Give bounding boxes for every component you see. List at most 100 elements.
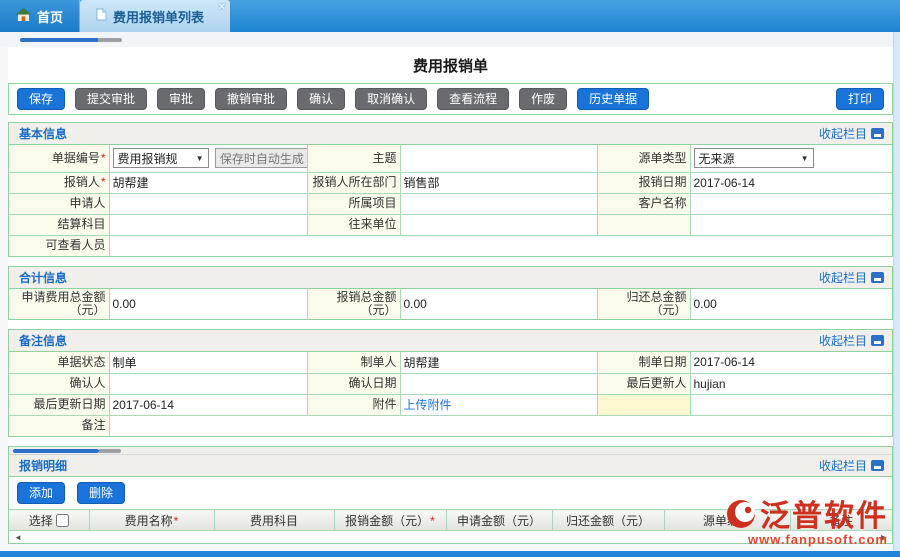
empty-field — [690, 214, 892, 235]
detail-section-title: 报销明细 — [19, 457, 67, 474]
scrollbar-thumb[interactable] — [13, 449, 99, 453]
view-flow-button[interactable]: 查看流程 — [437, 88, 509, 110]
dept-field[interactable]: 销售部 — [400, 172, 597, 193]
note-field[interactable] — [109, 415, 892, 436]
highlighted-empty-label — [597, 394, 690, 415]
reimburse-total-field: 0.00 — [400, 289, 597, 319]
counterparty-label: 往来单位 — [307, 214, 400, 235]
delete-row-button[interactable]: 删除 — [77, 482, 125, 504]
last-updater-value: hujian — [690, 373, 892, 394]
viewers-field[interactable] — [109, 235, 892, 256]
applied-total-label: 申请费用总金额（元） — [9, 289, 109, 319]
note-label: 备注 — [9, 415, 109, 436]
date-field[interactable]: 2017-06-14 — [690, 172, 892, 193]
doc-no-rule-select[interactable]: 费用报销规▼ — [113, 148, 209, 168]
upload-attachment-link[interactable]: 上传附件 — [404, 398, 452, 412]
settle-label: 结算科目 — [9, 214, 109, 235]
collapse-icon — [871, 128, 884, 139]
project-field[interactable] — [400, 193, 597, 214]
collapse-label: 收起栏目 — [819, 332, 867, 349]
section-detail: 报销明细 收起栏目 添加 删除 选择 费用名称* 费用科目 报销金额（元）* 申… — [8, 446, 893, 544]
doc-no-input[interactable] — [215, 148, 307, 168]
attachment-label: 附件 — [307, 394, 400, 415]
dropdown-arrow-icon: ▼ — [801, 154, 809, 163]
tab-home[interactable]: 首页 — [0, 0, 80, 32]
scrollbar-thumb[interactable] — [20, 38, 98, 42]
last-updater-label: 最后更新人 — [597, 373, 690, 394]
scroll-left-icon[interactable]: ◄ — [14, 533, 22, 542]
column-source-doc-no: 源单编号 — [664, 510, 790, 531]
total-collapse-toggle[interactable]: 收起栏目 — [819, 269, 884, 286]
collapse-label: 收起栏目 — [819, 457, 867, 474]
subject-label: 主题 — [307, 145, 400, 172]
reimburse-total-label: 报销总金额（元） — [307, 289, 400, 319]
cancel-confirm-button[interactable]: 取消确认 — [355, 88, 427, 110]
applied-total-field: 0.00 — [109, 289, 307, 319]
settle-field[interactable] — [109, 214, 307, 235]
print-button[interactable]: 打印 — [836, 88, 884, 110]
section-basic-info: 基本信息 收起栏目 单据编号* 费用报销规▼ 主题 源单类型 无来源▼ — [8, 122, 893, 257]
collapse-icon — [871, 272, 884, 283]
customer-field[interactable] — [690, 193, 892, 214]
total-section-title: 合计信息 — [19, 269, 67, 286]
scrollbar-track-end — [98, 38, 122, 42]
detail-collapse-toggle[interactable]: 收起栏目 — [819, 457, 884, 474]
dept-label: 报销人所在部门 — [307, 172, 400, 193]
vertical-scrollbar[interactable] — [893, 32, 900, 551]
approve-button[interactable]: 审批 — [157, 88, 205, 110]
scroll-right-icon[interactable]: ▶ — [881, 533, 887, 542]
maker-label: 制单人 — [307, 352, 400, 373]
section-total-info: 合计信息 收起栏目 申请费用总金额（元） 0.00 报销总金额（元） 0.00 … — [8, 266, 893, 320]
return-total-label: 归还总金额（元） — [597, 289, 690, 319]
column-expense-subject: 费用科目 — [214, 510, 334, 531]
home-icon — [16, 8, 31, 24]
confirm-button[interactable]: 确认 — [297, 88, 345, 110]
revoke-approval-button[interactable]: 撤销审批 — [215, 88, 287, 110]
tab-home-label: 首页 — [37, 7, 63, 26]
sub-tab-strip — [0, 32, 900, 47]
void-button[interactable]: 作废 — [519, 88, 567, 110]
confirm-date-label: 确认日期 — [307, 373, 400, 394]
tab-expense-list[interactable]: 费用报销单列表 × — [80, 0, 230, 32]
person-label: 报销人* — [9, 172, 109, 193]
close-icon[interactable]: × — [219, 1, 225, 13]
history-button[interactable]: 历史单据 — [577, 88, 649, 110]
remark-collapse-toggle[interactable]: 收起栏目 — [819, 332, 884, 349]
form-content: 费用报销单 保存 提交审批 审批 撤销审批 确认 取消确认 查看流程 作废 历史… — [8, 47, 893, 544]
confirmer-value — [109, 373, 307, 394]
remark-section-title: 备注信息 — [19, 332, 67, 349]
maker-value: 胡帮建 — [400, 352, 597, 373]
basic-collapse-toggle[interactable]: 收起栏目 — [819, 125, 884, 142]
document-icon — [96, 8, 107, 24]
applicant-label: 申请人 — [9, 193, 109, 214]
project-label: 所属项目 — [307, 193, 400, 214]
grid-scrollbar[interactable]: ◄ ▶ — [9, 531, 892, 543]
select-all-checkbox[interactable] — [56, 514, 69, 527]
person-field[interactable]: 胡帮建 — [109, 172, 307, 193]
toolbar: 保存 提交审批 审批 撤销审批 确认 取消确认 查看流程 作废 历史单据 打印 — [8, 83, 893, 115]
scrollbar-track-end — [99, 449, 121, 453]
collapse-icon — [871, 335, 884, 346]
column-apply-amount: 申请金额（元） — [446, 510, 552, 531]
save-button[interactable]: 保存 — [17, 88, 65, 110]
submit-approval-button[interactable]: 提交审批 — [75, 88, 147, 110]
counterparty-field[interactable] — [400, 214, 597, 235]
confirmer-label: 确认人 — [9, 373, 109, 394]
add-row-button[interactable]: 添加 — [17, 482, 65, 504]
return-total-field: 0.00 — [690, 289, 892, 319]
collapse-icon — [871, 460, 884, 471]
customer-label: 客户名称 — [597, 193, 690, 214]
confirm-date-value — [400, 373, 597, 394]
collapse-label: 收起栏目 — [819, 269, 867, 286]
last-update-date-value: 2017-06-14 — [109, 394, 307, 415]
column-reimburse-amount: 报销金额（元）* — [334, 510, 446, 531]
applicant-field[interactable] — [109, 193, 307, 214]
page-title: 费用报销单 — [8, 49, 893, 83]
top-horizontal-scrollbar[interactable] — [20, 38, 130, 42]
detail-horizontal-scrollbar[interactable] — [9, 447, 892, 455]
doc-no-label: 单据编号* — [9, 145, 109, 172]
empty-field — [690, 394, 892, 415]
source-type-select[interactable]: 无来源▼ — [694, 148, 814, 168]
status-label: 单据状态 — [9, 352, 109, 373]
subject-field[interactable] — [400, 145, 597, 172]
